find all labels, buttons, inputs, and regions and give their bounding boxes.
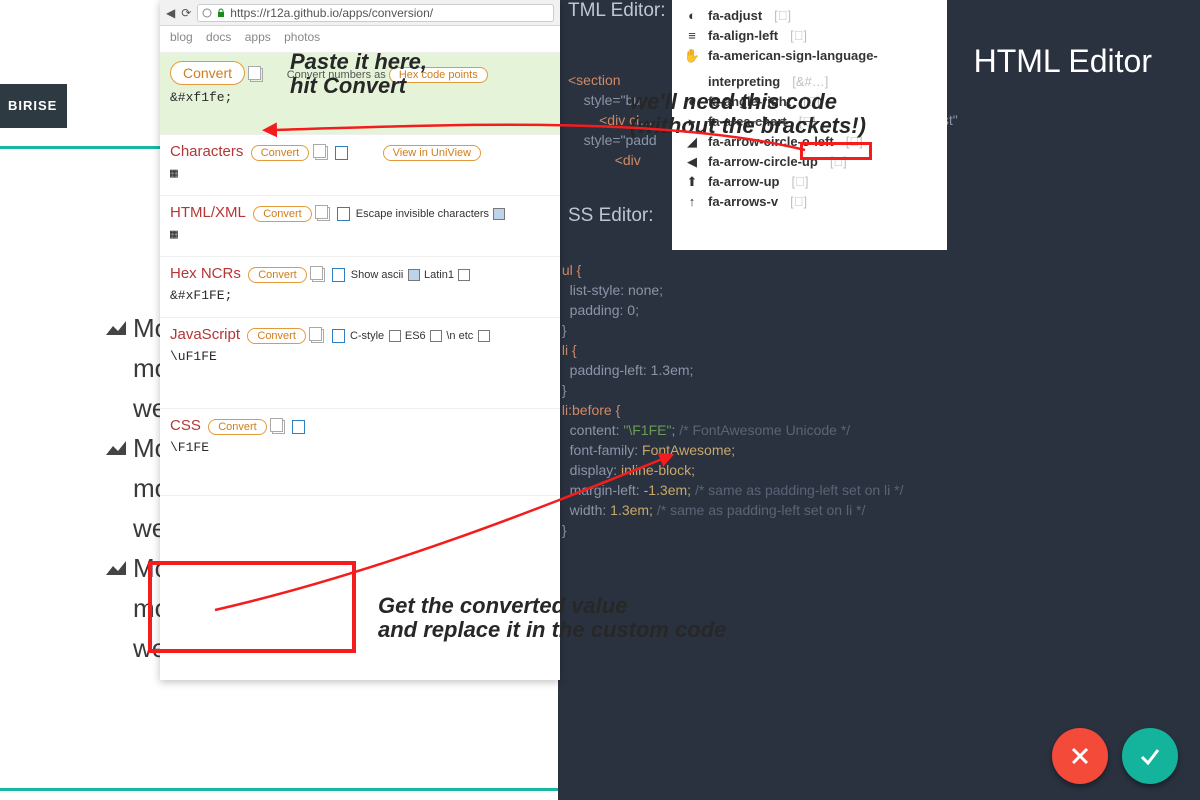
back-icon[interactable]: ◀	[166, 6, 175, 20]
list-glyph-icon: ✋	[684, 48, 700, 64]
javascript-convert-button[interactable]: Convert	[247, 328, 306, 344]
url-field[interactable]: https://r12a.github.io/apps/conversion/	[197, 4, 554, 22]
arrow-css-to-code	[210, 450, 680, 620]
javascript-panel: JavaScript Convert C-style ES6 \n etc \u…	[160, 318, 560, 409]
doc-icon[interactable]	[337, 207, 350, 221]
icon-name: fa-arrows-v	[708, 193, 778, 211]
browser-address-bar: ◀ ⟳ https://r12a.github.io/apps/conversi…	[160, 0, 560, 26]
hexncr-convert-button[interactable]: Convert	[248, 267, 307, 283]
icon-list-item[interactable]: ✋fa-american-sign-language-interpreting[…	[684, 46, 935, 92]
html-editor-label: TML Editor:	[568, 0, 666, 22]
htmlxml-title: HTML/XML	[170, 204, 246, 221]
javascript-title: JavaScript	[170, 326, 240, 343]
mobirise-brand: BIRISE	[0, 84, 67, 128]
escape-label: Escape invisible characters	[356, 208, 489, 220]
icon-code: []	[792, 173, 809, 191]
doc-icon[interactable]	[292, 420, 305, 434]
area-chart-icon	[105, 557, 127, 579]
copy-icon[interactable]	[312, 268, 325, 282]
icon-list-item[interactable]: ≡ fa-align-left []	[684, 26, 935, 46]
escape-checkbox[interactable]	[493, 208, 505, 220]
showascii-checkbox[interactable]	[408, 269, 420, 281]
list-glyph-icon: ◐	[684, 8, 700, 24]
icon-list-item[interactable]: ↑ fa-arrows-v []	[684, 192, 935, 212]
list-glyph-icon: ≡	[684, 28, 700, 44]
hexncr-title: Hex NCRs	[170, 265, 241, 282]
cstyle-checkbox[interactable]	[389, 330, 401, 342]
list-glyph-icon: ↑	[684, 194, 700, 210]
css-editor-label: SS Editor:	[568, 205, 654, 227]
close-icon	[1069, 745, 1091, 767]
etc-checkbox[interactable]	[478, 330, 490, 342]
hexncr-value[interactable]: &#xF1FE;	[170, 288, 550, 303]
nav-photos[interactable]: photos	[284, 30, 320, 44]
icon-code: []	[790, 193, 807, 211]
latin1-checkbox[interactable]	[458, 269, 470, 281]
nav-blog[interactable]: blog	[170, 30, 193, 44]
icon-list-item[interactable]: ⬆ fa-arrow-up []	[684, 172, 935, 192]
hexncr-panel: Hex NCRs Convert Show ascii Latin1 &#xF1…	[160, 257, 560, 318]
copy-icon[interactable]	[317, 207, 330, 221]
info-icon	[202, 8, 212, 18]
list-glyph-icon: ⬆	[684, 174, 700, 190]
characters-title: Characters	[170, 143, 243, 160]
css-title: CSS	[170, 417, 201, 434]
icon-name: fa-american-sign-language-	[708, 47, 878, 65]
area-chart-icon	[105, 317, 127, 339]
area-chart-icon	[105, 437, 127, 459]
nav-docs[interactable]: docs	[206, 30, 231, 44]
icon-code: []	[774, 7, 791, 25]
lock-icon	[216, 8, 226, 18]
annotation-paste: Paste it here,hit Convert	[290, 50, 427, 98]
javascript-value[interactable]: \uF1FE	[170, 349, 550, 364]
doc-icon[interactable]	[332, 268, 345, 282]
nav-apps[interactable]: apps	[245, 30, 271, 44]
cancel-button[interactable]	[1052, 728, 1108, 784]
divider	[0, 788, 560, 791]
es6-checkbox[interactable]	[430, 330, 442, 342]
showascii-label: Show ascii	[351, 269, 404, 281]
cstyle-label: C-style	[350, 330, 384, 342]
etc-label: \n etc	[446, 330, 473, 342]
icon-name: fa-adjust	[708, 7, 762, 25]
icon-name: fa-align-left	[708, 27, 778, 45]
url-text: https://r12a.github.io/apps/conversion/	[230, 6, 433, 20]
htmlxml-convert-button[interactable]: Convert	[253, 206, 312, 222]
latin1-label: Latin1	[424, 269, 454, 281]
icon-code: []	[790, 27, 807, 45]
copy-icon[interactable]	[272, 420, 285, 434]
copy-icon[interactable]	[311, 329, 324, 343]
check-icon	[1138, 744, 1162, 768]
editor-title: HTML Editor	[974, 42, 1152, 80]
doc-icon[interactable]	[332, 329, 345, 343]
copy-icon[interactable]	[250, 68, 263, 82]
htmlxml-value[interactable]: ▦	[170, 227, 550, 242]
reload-icon[interactable]: ⟳	[181, 6, 191, 20]
icon-list-item[interactable]: ◐ fa-adjust []	[684, 6, 935, 26]
confirm-button[interactable]	[1122, 728, 1178, 784]
es6-label: ES6	[405, 330, 426, 342]
htmlxml-panel: HTML/XML Convert Escape invisible charac…	[160, 196, 560, 257]
convert-button[interactable]: Convert	[170, 61, 245, 85]
css-convert-button[interactable]: Convert	[208, 419, 267, 435]
arrow-right-to-left	[260, 120, 820, 170]
icon-name: fa-arrow-up	[708, 173, 780, 191]
